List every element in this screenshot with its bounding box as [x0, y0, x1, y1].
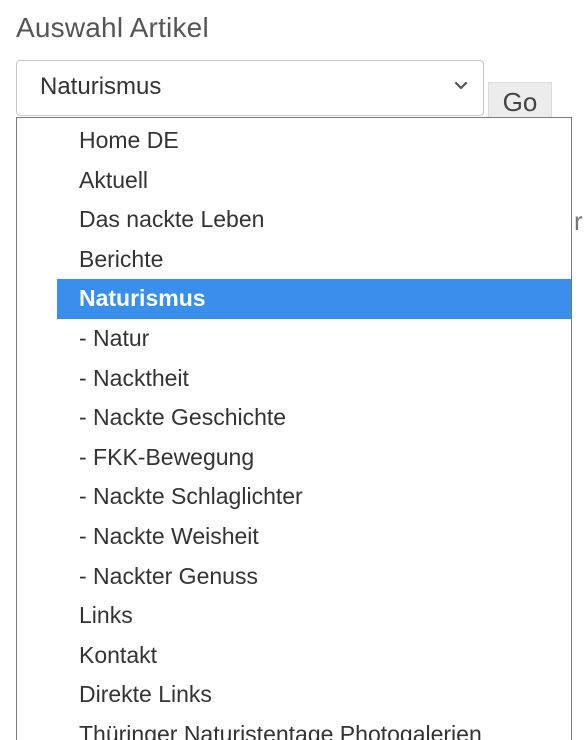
dropdown-option[interactable]: Home DE	[57, 121, 571, 161]
dropdown-option[interactable]: - Natur	[57, 319, 571, 359]
dropdown-option[interactable]: Direkte Links	[57, 675, 571, 715]
dropdown-option[interactable]: Kontakt	[57, 636, 571, 676]
dropdown-option[interactable]: Aktuell	[57, 161, 571, 201]
dropdown-option[interactable]: Links	[57, 596, 571, 636]
background-text-fragment: r	[574, 206, 583, 236]
dropdown-option[interactable]: - Nackte Schlaglichter	[57, 477, 571, 517]
dropdown-option[interactable]: Thüringer Naturistentage Photogalerien	[57, 715, 571, 740]
dropdown-option[interactable]: - FKK-Bewegung	[57, 438, 571, 478]
go-button[interactable]: Go	[488, 82, 552, 120]
dropdown-option[interactable]: Das nackte Leben	[57, 200, 571, 240]
dropdown-option[interactable]: - Nackte Weisheit	[57, 517, 571, 557]
dropdown-option-selected[interactable]: Naturismus	[57, 279, 571, 319]
chevron-down-icon	[454, 81, 468, 90]
dropdown-option[interactable]: - Nackte Geschichte	[57, 398, 571, 438]
page: Auswahl Artikel Naturismus Go r Home DE A…	[0, 0, 585, 740]
dropdown-option[interactable]: - Nackter Genuss	[57, 557, 571, 597]
dropdown-option[interactable]: Berichte	[57, 240, 571, 280]
dropdown-option[interactable]: - Nacktheit	[57, 359, 571, 399]
select-value: Naturismus	[40, 73, 162, 100]
section-title: Auswahl Artikel	[16, 12, 209, 43]
article-select[interactable]: Naturismus	[16, 60, 484, 116]
dropdown-list[interactable]: Home DE Aktuell Das nackte Leben Berichte Na…	[16, 117, 572, 740]
